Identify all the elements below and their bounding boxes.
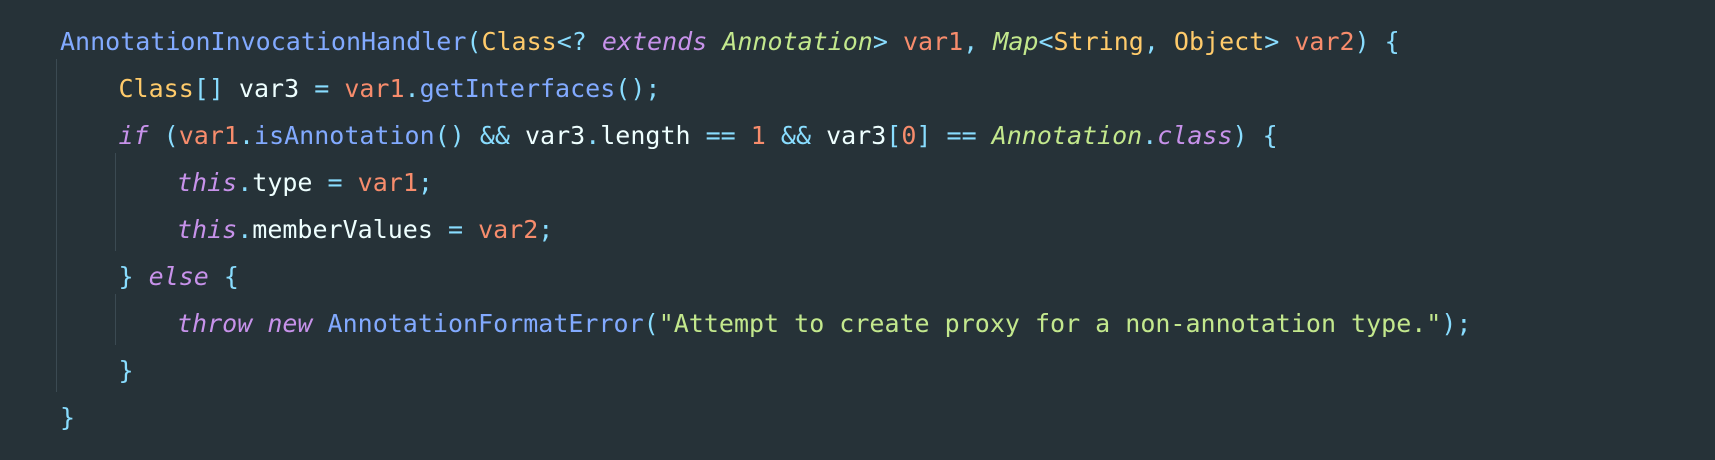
code-token: type [252, 168, 328, 197]
code-token: = [327, 168, 343, 197]
code-token: } [60, 403, 76, 432]
code-token: getInterfaces [419, 74, 616, 103]
code-token: && [780, 121, 812, 150]
code-token: . [585, 121, 601, 150]
indent-guide [56, 59, 57, 392]
code-token: var1 [902, 27, 964, 56]
code-token: class [1157, 121, 1233, 150]
code-token: memberValues [252, 215, 448, 244]
code-token: == [946, 121, 977, 150]
code-token: } [118, 356, 134, 385]
code-token: var3 [223, 74, 315, 103]
code-token: 1 [750, 121, 766, 150]
code-editor[interactable]: AnnotationInvocationHandler(Class<? exte… [0, 0, 1715, 460]
code-line[interactable]: if (var1.isAnnotation() && var3.length =… [119, 112, 1278, 159]
code-token: = [447, 215, 464, 244]
code-token: ) { [1232, 121, 1278, 150]
code-token: > [872, 27, 888, 56]
code-token: Class [118, 74, 194, 103]
code-token: , [1143, 27, 1174, 56]
code-token: 0 [901, 121, 917, 150]
code-token: , [963, 27, 994, 56]
code-token: this [177, 215, 238, 244]
code-token: ( [163, 121, 179, 150]
code-line[interactable]: } else { [119, 253, 239, 300]
code-token: Map [993, 27, 1039, 56]
code-token: Class [481, 27, 557, 56]
code-token: > [1264, 27, 1280, 56]
code-line[interactable]: AnnotationInvocationHandler(Class<? exte… [60, 18, 1400, 65]
code-token: new [267, 309, 313, 338]
code-token: . [1142, 121, 1158, 150]
code-token: ] [916, 121, 932, 150]
code-token: this [177, 168, 238, 197]
code-token: var1 [357, 168, 418, 197]
code-token: Annotation [722, 27, 873, 56]
code-token: . [238, 121, 255, 150]
code-token: ); [1441, 309, 1472, 338]
code-token: ( [466, 27, 482, 56]
code-line[interactable]: Class[] var3 = var1.getInterfaces(); [119, 65, 661, 112]
code-token: Object [1173, 27, 1265, 56]
indent-guide [114, 294, 116, 345]
indent-guide [114, 153, 116, 251]
code-token: && [479, 121, 510, 150]
code-token: AnnotationFormatError [327, 309, 644, 338]
code-token: String [1053, 27, 1144, 56]
code-token: . [404, 74, 420, 103]
code-token: = [314, 74, 330, 103]
code-line[interactable]: throw new AnnotationFormatError("Attempt… [177, 300, 1471, 347]
code-token: Annotation [991, 121, 1143, 150]
code-line[interactable]: this.memberValues = var2; [177, 206, 553, 253]
code-token: == [705, 121, 736, 150]
code-token: ( [643, 309, 659, 338]
code-token: throw [177, 309, 253, 338]
code-token: if [118, 121, 149, 150]
code-token: () [434, 121, 465, 150]
code-token: length [600, 121, 706, 150]
code-line[interactable]: } [119, 347, 134, 394]
code-token: [ [886, 121, 902, 150]
code-token: extends [601, 27, 708, 56]
code-token: "Attempt to create proxy for a non-annot… [658, 309, 1442, 338]
code-token: var1 [178, 121, 239, 150]
code-token: AnnotationInvocationHandler [60, 27, 467, 56]
code-token: . [237, 215, 253, 244]
code-token: var3 [509, 121, 586, 150]
code-token: var3 [811, 121, 887, 150]
code-token: . [237, 168, 253, 197]
code-token: else [148, 262, 209, 291]
code-token: [] [193, 74, 224, 103]
code-token: ) { [1354, 27, 1400, 56]
code-token: isAnnotation [254, 121, 435, 150]
code-token: ; [538, 215, 554, 244]
code-token: var2 [478, 215, 539, 244]
code-token: { [208, 262, 239, 291]
code-token: var1 [344, 74, 405, 103]
code-token: } [118, 262, 134, 291]
code-line[interactable]: } [60, 394, 75, 441]
code-token: < [1038, 27, 1054, 56]
code-token: ; [417, 168, 433, 197]
code-token: <? [556, 27, 587, 56]
code-line[interactable]: this.type = var1; [177, 159, 433, 206]
code-token: (); [615, 74, 661, 103]
code-token: var2 [1294, 27, 1355, 56]
